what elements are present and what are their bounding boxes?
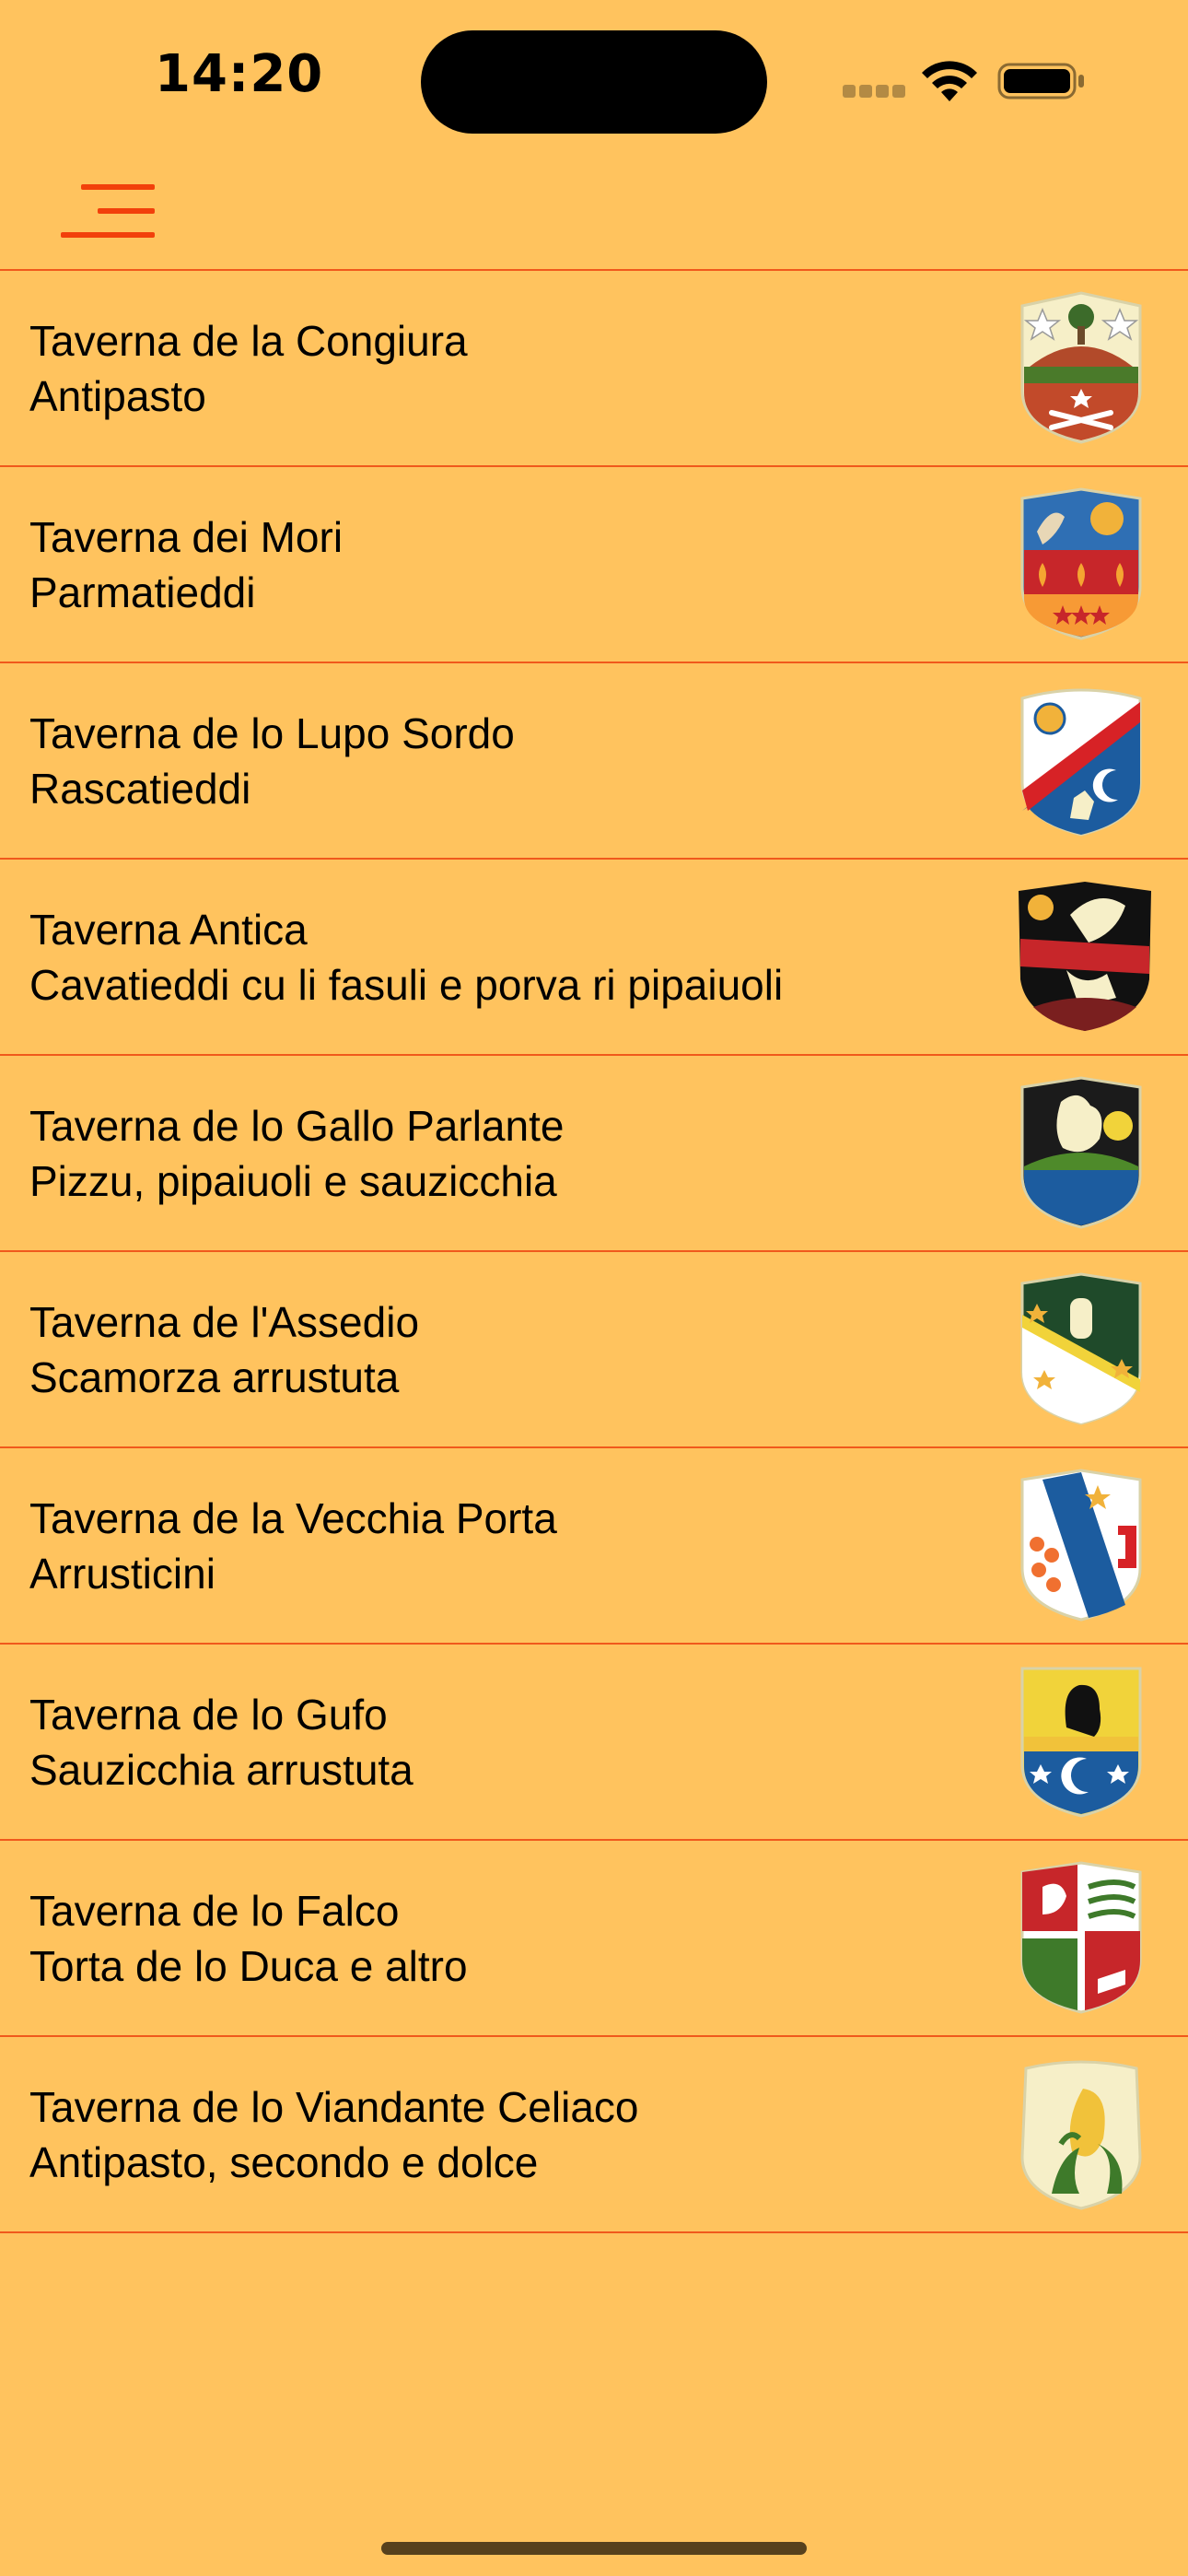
tavern-dish: Scamorza arrustuta <box>29 1352 400 1401</box>
tavern-dish: Cavatieddi cu li fasuli e porva ri pipai… <box>29 960 784 1009</box>
gallo-parlante-crest-icon <box>1015 1074 1147 1231</box>
list-item[interactable]: Taverna de lo Gufo Sauzicchia arrustuta <box>0 1645 1188 1841</box>
list-item[interactable]: Taverna dei Mori Parmatieddi <box>0 467 1188 663</box>
list-item[interactable]: Taverna de l'Assedio Scamorza arrustuta <box>0 1252 1188 1448</box>
tavern-dish: Rascatieddi <box>29 764 251 813</box>
antica-crest-icon <box>1015 878 1155 1035</box>
tavern-name: Taverna de l'Assedio <box>29 1297 420 1346</box>
tavern-dish: Parmatieddi <box>29 568 256 616</box>
dynamic-island <box>421 30 767 134</box>
wifi-icon <box>919 57 980 103</box>
falco-crest-icon <box>1015 1859 1147 2016</box>
tavern-name: Taverna de lo Lupo Sordo <box>29 708 515 757</box>
tavern-dish: Pizzu, pipaiuoli e sauzicchia <box>29 1156 557 1205</box>
tavern-name: Taverna de la Vecchia Porta <box>29 1493 557 1542</box>
tavern-dish: Antipasto <box>29 371 206 420</box>
tavern-dish: Antipasto, secondo e dolce <box>29 2137 539 2186</box>
tavern-name: Taverna de la Congiura <box>29 316 468 365</box>
congiura-crest-icon <box>1015 289 1147 446</box>
list-item[interactable]: Taverna Antica Cavatieddi cu li fasuli e… <box>0 860 1188 1056</box>
vecchia-porta-crest-icon <box>1015 1467 1147 1623</box>
home-indicator[interactable] <box>381 2542 807 2555</box>
hamburger-menu-icon[interactable] <box>55 168 155 252</box>
battery-icon <box>997 61 1086 101</box>
status-time: 14:20 <box>155 44 324 104</box>
lupo-sordo-crest-icon <box>1015 682 1147 838</box>
list-item[interactable]: Taverna de lo Falco Torta de lo Duca e a… <box>0 1841 1188 2037</box>
gufo-crest-icon <box>1015 1663 1147 1820</box>
list-item[interactable]: Taverna de lo Lupo Sordo Rascatieddi <box>0 663 1188 860</box>
tavern-dish: Torta de lo Duca e altro <box>29 1941 468 1990</box>
tavern-name: Taverna de lo Viandante Celiaco <box>29 2082 639 2131</box>
tavern-dish: Sauzicchia arrustuta <box>29 1745 413 1794</box>
mori-crest-icon <box>1015 486 1147 642</box>
status-bar: 14:20 <box>0 0 1188 157</box>
tavern-dish: Arrusticini <box>29 1549 215 1598</box>
cellular-signal-icon <box>843 85 905 98</box>
tavern-list: Taverna de la Congiura Antipasto Taverna… <box>0 271 1188 2233</box>
tavern-name: Taverna de lo Gufo <box>29 1690 388 1739</box>
tavern-name: Taverna de lo Falco <box>29 1886 400 1935</box>
list-item[interactable]: Taverna de lo Viandante Celiaco Antipast… <box>0 2037 1188 2233</box>
navigation-bar <box>0 157 1188 269</box>
tavern-name: Taverna dei Mori <box>29 512 344 561</box>
assedio-crest-icon <box>1015 1270 1147 1427</box>
list-item[interactable]: Taverna de lo Gallo Parlante Pizzu, pipa… <box>0 1056 1188 1252</box>
list-item[interactable]: Taverna de la Vecchia Porta Arrusticini <box>0 1448 1188 1645</box>
tavern-name: Taverna de lo Gallo Parlante <box>29 1101 565 1150</box>
list-item[interactable]: Taverna de la Congiura Antipasto <box>0 271 1188 467</box>
viandante-celiaco-crest-icon <box>1015 2055 1147 2212</box>
tavern-name: Taverna Antica <box>29 905 308 954</box>
